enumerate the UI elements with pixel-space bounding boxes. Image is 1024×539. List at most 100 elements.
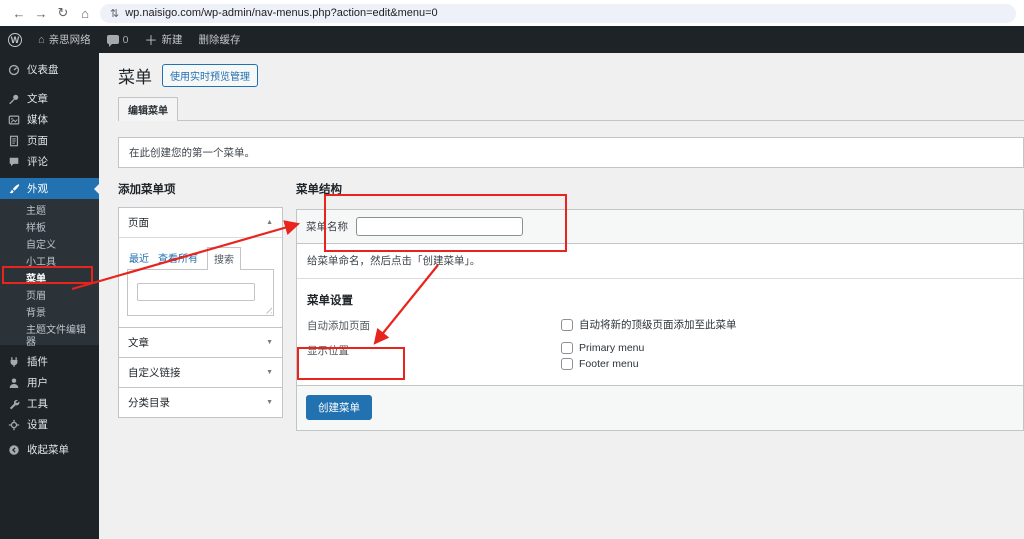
live-preview-button[interactable]: 使用实时预览管理	[162, 64, 258, 87]
location-footer-option[interactable]: Footer menu	[561, 358, 644, 370]
pages-panel: 最近 查看所有 搜索	[119, 237, 282, 327]
sidebar-item-media[interactable]: 媒体	[0, 109, 99, 130]
site-name-menu[interactable]: ⌂ 亲思网络	[30, 26, 99, 53]
menu-name-row: 菜单名称	[297, 210, 1023, 244]
accordion-header-posts[interactable]: 文章 ▼	[119, 328, 282, 357]
submenu-item-background[interactable]: 背景	[0, 305, 99, 322]
pages-search-panel	[127, 269, 274, 316]
delete-cache-menu[interactable]: 删除缓存	[191, 26, 249, 53]
reload-icon[interactable]: ↻	[52, 5, 74, 21]
sidebar-label: 外观	[27, 183, 48, 195]
sidebar-item-posts[interactable]: 文章	[0, 88, 99, 109]
collapse-label: 收起菜单	[27, 444, 69, 456]
accordion-header-pages[interactable]: 页面 ▲	[119, 208, 282, 237]
sidebar-item-appearance[interactable]: 外观	[0, 178, 99, 199]
auto-add-row: 自动添加页面 自动将新的顶级页面添加至此菜单	[307, 317, 1013, 333]
resize-handle[interactable]	[263, 304, 272, 314]
tab-search[interactable]: 搜索	[207, 247, 241, 270]
submenu-item-theme-editor[interactable]: 主题文件编辑器	[0, 322, 99, 348]
submenu-item-menus[interactable]: 菜单	[0, 271, 99, 288]
user-icon	[9, 377, 19, 388]
tab-most-recent[interactable]: 最近	[129, 250, 149, 269]
sidebar-label: 媒体	[27, 114, 48, 126]
menu-structure-column: 菜单结构 菜单名称 给菜单命名，然后点击「创建菜单」。 菜单设置 自动添加页面	[296, 181, 1024, 431]
sidebar-collapse-menu[interactable]: 收起菜单	[0, 439, 99, 460]
location-primary-option[interactable]: Primary menu	[561, 342, 644, 354]
menu-name-help: 给菜单命名，然后点击「创建菜单」。	[297, 244, 1023, 279]
page-title: 菜单	[118, 68, 152, 87]
sidebar-label: 插件	[27, 356, 48, 368]
accordion-header-custom-links[interactable]: 自定义链接 ▼	[119, 358, 282, 387]
section-label: 分类目录	[128, 396, 170, 409]
submenu-item-themes[interactable]: 主题	[0, 203, 99, 220]
comment-icon	[106, 35, 119, 47]
sidebar-item-tools[interactable]: 工具	[0, 393, 99, 414]
pushpin-icon	[9, 94, 19, 104]
collapse-arrow-icon	[9, 444, 19, 455]
forward-icon[interactable]: →	[30, 6, 52, 21]
menu-settings-section: 菜单设置 自动添加页面 自动将新的顶级页面添加至此菜单 显示位置 Primary…	[297, 279, 1023, 385]
checkbox-footer-menu[interactable]	[561, 358, 573, 370]
sidebar-item-pages[interactable]: 页面	[0, 130, 99, 151]
sidebar-item-comments[interactable]: 评论	[0, 151, 99, 172]
menu-settings-heading: 菜单设置	[307, 295, 353, 307]
paintbrush-icon	[9, 183, 20, 193]
submenu-item-widgets[interactable]: 小工具	[0, 254, 99, 271]
back-icon[interactable]: ←	[8, 6, 30, 21]
gear-icon	[8, 419, 20, 430]
browser-toolbar: ← → ↻ ⌂ ⇅ wp.naisigo.com/wp-admin/nav-me…	[0, 0, 1024, 26]
accordion-section-posts: 文章 ▼	[119, 326, 282, 357]
submenu-item-patterns[interactable]: 样板	[0, 220, 99, 237]
accordion-header-categories[interactable]: 分类目录 ▼	[119, 388, 282, 417]
submenu-item-header[interactable]: 页眉	[0, 288, 99, 305]
wrench-icon	[9, 399, 20, 409]
screen: ← → ↻ ⌂ ⇅ wp.naisigo.com/wp-admin/nav-me…	[0, 0, 1024, 539]
pages-search-input[interactable]	[137, 282, 255, 301]
add-menu-items-column: 添加菜单项 页面 ▲ 最近 查看所有 搜索 文章 ▼ 自定义链接 ▼ 分类目录 …	[118, 181, 283, 418]
accordion-section-pages: 页面 ▲ 最近 查看所有 搜索	[119, 208, 282, 327]
comment-count: 0	[122, 33, 129, 46]
wp-logo-menu[interactable]: W	[0, 26, 30, 53]
sidebar-label: 仪表盘	[27, 64, 59, 76]
appearance-submenu: 主题 样板 自定义 小工具 菜单 页眉 背景 主题文件编辑器	[0, 199, 99, 348]
site-info-icon[interactable]: ⇅	[110, 7, 119, 20]
primary-menu-label: Primary menu	[579, 342, 645, 354]
sidebar-item-dashboard[interactable]: 仪表盘	[0, 59, 99, 80]
menu-name-label: 菜单名称	[306, 221, 348, 233]
new-content-menu[interactable]: ＋ 新建	[137, 26, 191, 53]
sidebar-label: 评论	[27, 156, 48, 168]
create-menu-button[interactable]: 创建菜单	[306, 395, 372, 420]
sidebar-label: 设置	[27, 419, 48, 431]
checkbox-primary-menu[interactable]	[561, 342, 573, 354]
submenu-item-customize[interactable]: 自定义	[0, 237, 99, 254]
menu-edit-panel: 菜单名称 给菜单命名，然后点击「创建菜单」。 菜单设置 自动添加页面 自动将新的…	[296, 209, 1024, 431]
auto-add-option[interactable]: 自动将新的顶级页面添加至此菜单	[561, 317, 737, 332]
sidebar-item-settings[interactable]: 设置	[0, 414, 99, 435]
accordion-section-categories: 分类目录 ▼	[119, 386, 282, 417]
delete-cache-label: 删除缓存	[198, 34, 241, 46]
first-menu-notice: 在此创建您的第一个菜单。	[118, 137, 1024, 168]
auto-add-option-label: 自动将新的顶级页面添加至此菜单	[579, 319, 737, 331]
menu-structure-heading: 菜单结构	[296, 184, 342, 196]
tab-view-all[interactable]: 查看所有	[158, 250, 198, 269]
home-icon[interactable]: ⌂	[74, 6, 96, 21]
chevron-down-icon: ▼	[266, 398, 273, 406]
address-bar[interactable]: ⇅ wp.naisigo.com/wp-admin/nav-menus.php?…	[100, 3, 1016, 23]
accordion-section-custom-links: 自定义链接 ▼	[119, 356, 282, 387]
add-menu-items-heading: 添加菜单项	[118, 184, 176, 196]
site-name-label: 亲思网络	[48, 34, 91, 46]
comments-menu[interactable]: 0	[99, 26, 137, 53]
screen-tabs: 编辑菜单	[118, 97, 1024, 121]
home-icon: ⌂	[38, 33, 45, 46]
display-location-row: 显示位置 Primary menu Footer menu	[307, 342, 1013, 370]
sidebar-item-plugins[interactable]: 插件	[0, 351, 99, 372]
menu-name-input[interactable]	[356, 217, 523, 236]
tab-edit-menus[interactable]: 编辑菜单	[118, 97, 178, 121]
checkbox-auto-add[interactable]	[561, 318, 573, 331]
pages-quick-tabs: 最近 查看所有 搜索	[127, 247, 274, 270]
section-label: 自定义链接	[128, 366, 181, 379]
add-items-accordion: 页面 ▲ 最近 查看所有 搜索 文章 ▼ 自定义链接 ▼ 分类目录 ▼	[118, 207, 283, 418]
comments-icon	[9, 157, 19, 166]
wordpress-logo-icon: W	[8, 32, 22, 47]
sidebar-item-users[interactable]: 用户	[0, 372, 99, 393]
